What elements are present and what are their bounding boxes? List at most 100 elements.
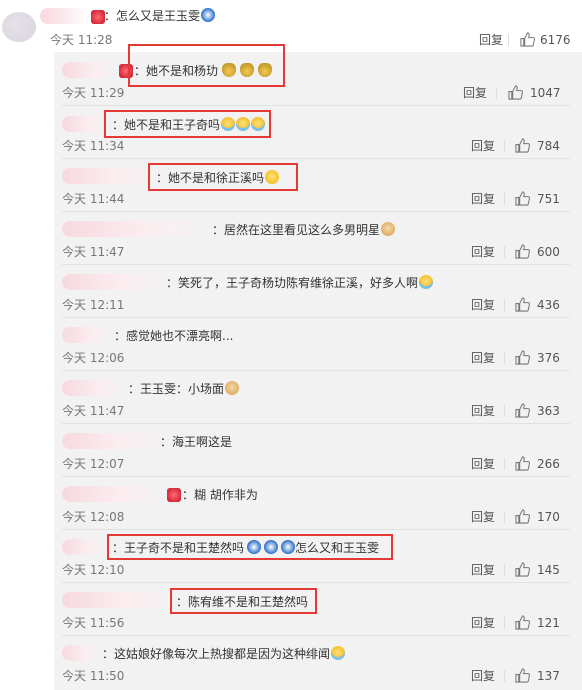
divider bbox=[62, 529, 570, 530]
divider bbox=[62, 476, 570, 477]
reply-text: ：居然在这里看见这么多男明星 bbox=[212, 222, 396, 238]
like-button[interactable]: 137 bbox=[515, 668, 580, 684]
username-blurred[interactable] bbox=[62, 486, 164, 502]
reply-button[interactable]: 回复 bbox=[471, 562, 495, 578]
reply-button[interactable]: 回复 bbox=[471, 138, 495, 154]
reply-button[interactable]: 回复 bbox=[471, 668, 495, 684]
comment-text: ：怎么又是王玉雯 bbox=[104, 8, 216, 24]
reply-time: 今天 11:29 bbox=[62, 86, 125, 100]
fox-emoji-icon bbox=[201, 8, 216, 22]
divider bbox=[504, 405, 505, 417]
divider bbox=[504, 564, 505, 576]
like-count: 376 bbox=[537, 351, 560, 365]
username-blurred[interactable] bbox=[62, 380, 128, 396]
username-blurred[interactable] bbox=[62, 62, 118, 78]
username-blurred[interactable] bbox=[62, 274, 166, 290]
reply-button[interactable]: 回复 bbox=[471, 403, 495, 419]
divider bbox=[62, 317, 570, 318]
like-button[interactable]: 751 bbox=[515, 191, 580, 207]
thumbs-up-icon bbox=[515, 191, 530, 206]
highlight-box bbox=[104, 110, 271, 138]
reply-button[interactable]: 回复 bbox=[471, 509, 495, 525]
reply-text: ：笑死了，王子奇杨玏陈宥维徐正溪，好多人啊 bbox=[166, 275, 434, 291]
thumbs-up-icon bbox=[515, 403, 530, 418]
like-button[interactable]: 363 bbox=[515, 403, 580, 419]
like-count: 266 bbox=[537, 457, 560, 471]
reply-button[interactable]: 回复 bbox=[471, 350, 495, 366]
divider bbox=[504, 193, 505, 205]
reply-button[interactable]: 回复 bbox=[463, 85, 487, 101]
reply-button[interactable]: 回复 bbox=[471, 244, 495, 260]
doge-emoji-icon bbox=[225, 381, 240, 395]
divider bbox=[504, 617, 505, 629]
like-count: 137 bbox=[537, 669, 560, 683]
like-count: 121 bbox=[537, 616, 560, 630]
divider bbox=[62, 635, 570, 636]
like-count: 751 bbox=[537, 192, 560, 206]
username-blurred[interactable] bbox=[62, 645, 102, 661]
divider bbox=[504, 299, 505, 311]
divider bbox=[62, 582, 570, 583]
like-count: 1047 bbox=[530, 86, 561, 100]
divider bbox=[62, 158, 570, 159]
divider bbox=[496, 87, 497, 99]
highlight-box bbox=[128, 44, 285, 87]
like-count: 436 bbox=[537, 298, 560, 312]
username-blurred[interactable] bbox=[40, 8, 90, 24]
reply-text: ：海王啊这是 bbox=[160, 435, 233, 449]
reply-button[interactable]: 回复 bbox=[471, 615, 495, 631]
vip-badge-icon bbox=[91, 10, 105, 24]
thumbs-up-icon bbox=[515, 562, 530, 577]
like-button[interactable]: 1047 bbox=[508, 85, 580, 101]
like-button[interactable]: 6176 bbox=[520, 32, 580, 48]
like-button[interactable]: 436 bbox=[515, 297, 580, 313]
like-button[interactable]: 376 bbox=[515, 350, 580, 366]
divider bbox=[504, 352, 505, 364]
reply-time: 今天 11:56 bbox=[62, 616, 125, 630]
username-blurred[interactable] bbox=[62, 221, 210, 237]
divider bbox=[504, 511, 505, 523]
like-button[interactable]: 266 bbox=[515, 456, 580, 472]
reply-button[interactable]: 回复 bbox=[471, 456, 495, 472]
like-count: 600 bbox=[537, 245, 560, 259]
like-button[interactable]: 600 bbox=[515, 244, 580, 260]
thumbs-up-icon bbox=[508, 85, 523, 100]
username-blurred[interactable] bbox=[62, 539, 108, 555]
like-button[interactable]: 784 bbox=[515, 138, 580, 154]
vip-badge-icon bbox=[167, 488, 181, 502]
username-blurred[interactable] bbox=[62, 116, 108, 132]
thumbs-up-icon bbox=[515, 615, 530, 630]
like-count: 784 bbox=[537, 139, 560, 153]
reply-button[interactable]: 回复 bbox=[479, 32, 503, 48]
username-blurred[interactable] bbox=[62, 168, 152, 184]
highlight-box bbox=[148, 163, 298, 191]
divider bbox=[62, 105, 570, 106]
reply-time: 今天 11:47 bbox=[62, 245, 125, 259]
reply-time: 今天 12:07 bbox=[62, 457, 125, 471]
reply-text: ：感觉她也不漂亮啊... bbox=[114, 329, 234, 343]
thumbs-up-icon bbox=[515, 297, 530, 312]
avatar[interactable] bbox=[2, 12, 36, 42]
like-button[interactable]: 145 bbox=[515, 562, 580, 578]
highlight-box bbox=[170, 588, 317, 614]
username-blurred[interactable] bbox=[62, 327, 114, 343]
username-blurred[interactable] bbox=[62, 592, 174, 608]
divider bbox=[508, 34, 509, 46]
thumbs-up-icon bbox=[515, 668, 530, 683]
doge-emoji-icon bbox=[381, 222, 396, 236]
reply-button[interactable]: 回复 bbox=[471, 297, 495, 313]
reply-button[interactable]: 回复 bbox=[471, 191, 495, 207]
like-button[interactable]: 170 bbox=[515, 509, 580, 525]
like-button[interactable]: 121 bbox=[515, 615, 580, 631]
reply-text: ：这姑娘好像每次上热搜都是因为这种绯闻 bbox=[102, 646, 346, 662]
divider bbox=[62, 211, 570, 212]
reply-time: 今天 11:34 bbox=[62, 139, 125, 153]
reply-time: 今天 12:10 bbox=[62, 563, 125, 577]
reply-text: ：王玉雯：小场面 bbox=[128, 381, 240, 397]
divider bbox=[504, 458, 505, 470]
comment-time: 今天 11:28 bbox=[50, 33, 113, 47]
username-blurred[interactable] bbox=[62, 433, 160, 449]
thumbs-up-icon bbox=[515, 456, 530, 471]
thumbs-up-icon bbox=[515, 350, 530, 365]
laugh-cry-emoji-icon bbox=[331, 646, 346, 660]
